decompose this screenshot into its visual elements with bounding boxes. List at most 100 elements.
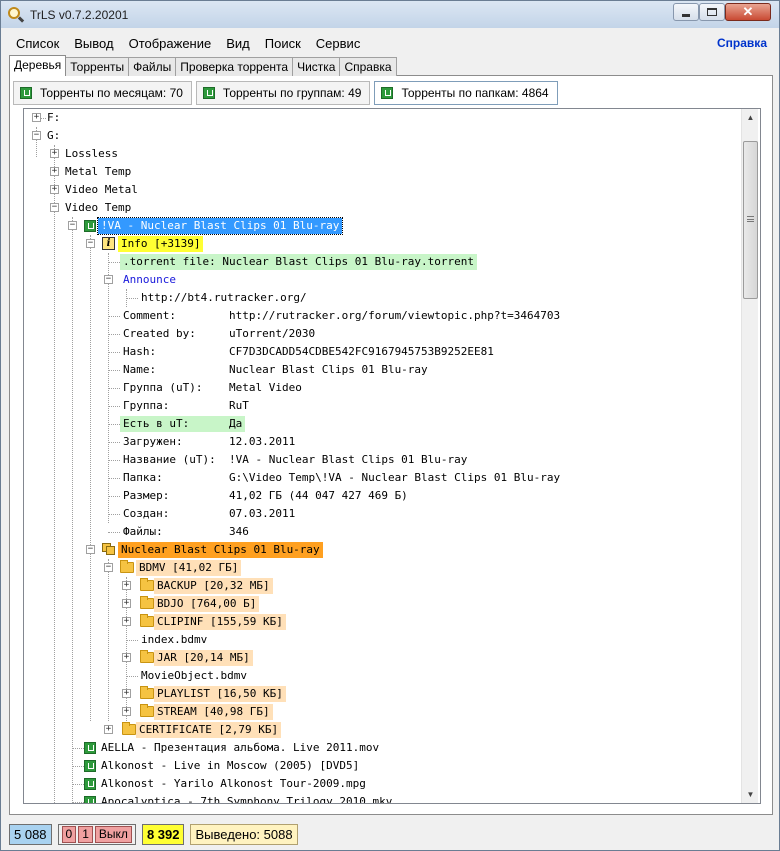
tree-row[interactable]: + STREAM [40,98 ГБ]	[24, 703, 742, 721]
collapse-icon[interactable]: −	[32, 131, 41, 140]
scroll-down-icon[interactable]: ▼	[742, 786, 759, 803]
expand-icon[interactable]: +	[50, 149, 59, 158]
tree-row[interactable]: − BDMV [41,02 ГБ]	[24, 559, 742, 577]
title-bar[interactable]: TrLS v0.7.2.20201 ✕	[1, 1, 779, 28]
tab-files[interactable]: Файлы	[128, 57, 177, 76]
tree-row[interactable]: index.bdmv	[24, 631, 742, 649]
menu-list[interactable]: Список	[9, 36, 67, 51]
torrent-icon	[84, 742, 96, 754]
field-row[interactable]: Comment: http://rutracker.org/forum/view…	[24, 307, 742, 325]
tree-row-selected[interactable]: − !VA - Nuclear Blast Clips 01 Blu-ray	[24, 217, 742, 235]
menu-view[interactable]: Вид	[219, 36, 258, 51]
field-row[interactable]: Hash: CF7D3DCADD54CDBE542FC9167945753B92…	[24, 343, 742, 361]
field-value: !VA - Nuclear Blast Clips 01 Blu-ray	[229, 453, 468, 466]
subtab-by-folder[interactable]: Торренты по папкам: 4864	[374, 81, 558, 105]
tree-row[interactable]: + BDJO [764,00 Б]	[24, 595, 742, 613]
field-value: CF7D3DCADD54CDBE542FC9167945753B9252EE81	[229, 345, 494, 358]
field-row[interactable]: Размер: 41,02 ГБ (44 047 427 469 Б)	[24, 487, 742, 505]
scroll-up-icon[interactable]: ▲	[742, 109, 759, 126]
minimize-button[interactable]	[673, 3, 699, 21]
files-icon	[102, 543, 116, 556]
tree-row[interactable]: − Announce	[24, 271, 742, 289]
collapse-icon[interactable]: −	[104, 275, 113, 284]
collapse-icon[interactable]: −	[104, 563, 113, 572]
collapse-icon[interactable]: −	[68, 221, 77, 230]
expand-icon[interactable]: +	[50, 185, 59, 194]
tree-row[interactable]: + CLIPINF [155,59 КБ]	[24, 613, 742, 631]
field-key: Загружен:	[123, 435, 183, 448]
close-button[interactable]: ✕	[725, 3, 771, 21]
tree-row[interactable]: + Lossless	[24, 145, 742, 163]
folder-tree[interactable]: + F: − G: + Lossless + Metal Temp + Vide…	[23, 108, 761, 804]
field-row[interactable]: Группа: RuT	[24, 397, 742, 415]
expand-icon[interactable]: +	[122, 689, 131, 698]
expand-icon[interactable]: +	[50, 167, 59, 176]
scroll-thumb[interactable]	[743, 141, 758, 299]
info-icon: i	[102, 237, 115, 250]
tree-row[interactable]: − Video Temp	[24, 199, 742, 217]
tab-cleanup[interactable]: Чистка	[292, 57, 341, 76]
expand-icon[interactable]: +	[122, 653, 131, 662]
field-row[interactable]: Папка: G:\Video Temp\!VA - Nuclear Blast…	[24, 469, 742, 487]
tree-row[interactable]: Alkonost - Yarilo Alkonost Tour-2009.mpg	[24, 775, 742, 793]
tree-row[interactable]: + CERTIFICATE [2,79 КБ]	[24, 721, 742, 739]
tree-row[interactable]: .torrent file: Nuclear Blast Clips 01 Bl…	[24, 253, 742, 271]
maximize-button[interactable]	[699, 3, 725, 21]
tree-scrollbar[interactable]: ▲ ▼	[741, 109, 758, 803]
field-row[interactable]: Название (uT): !VA - Nuclear Blast Clips…	[24, 451, 742, 469]
tree-row[interactable]: − i Info [+3139]	[24, 235, 742, 253]
expand-icon[interactable]: +	[122, 617, 131, 626]
folder-icon	[140, 650, 154, 663]
field-row[interactable]: Группа (uT): Metal Video	[24, 379, 742, 397]
field-key: Папка:	[123, 471, 163, 484]
field-row[interactable]: Created by: uTorrent/2030	[24, 325, 742, 343]
bdmv-folder: BDMV [41,02 ГБ]	[136, 560, 242, 576]
field-row[interactable]: Загружен: 12.03.2011	[24, 433, 742, 451]
tab-torrent-check[interactable]: Проверка торрента	[175, 57, 294, 76]
tab-torrents[interactable]: Торренты	[65, 57, 130, 76]
field-row[interactable]: Name: Nuclear Blast Clips 01 Blu-ray	[24, 361, 742, 379]
tree-row[interactable]: http://bt4.rutracker.org/	[24, 289, 742, 307]
subtab-by-month[interactable]: Торренты по месяцам: 70	[13, 81, 192, 105]
subtab-by-group[interactable]: Торренты по группам: 49	[195, 81, 371, 105]
tree-row[interactable]: AELLA - Презентация альбома. Live 2011.m…	[24, 739, 742, 757]
tree-row[interactable]: Alkonost - Live in Moscow (2005) [DVD5]	[24, 757, 742, 775]
menu-output[interactable]: Вывод	[67, 36, 121, 51]
tree-row[interactable]: + Metal Temp	[24, 163, 742, 181]
tree-row[interactable]: + BACKUP [20,32 МБ]	[24, 577, 742, 595]
folder-icon	[120, 560, 134, 573]
menu-search[interactable]: Поиск	[258, 36, 309, 51]
collapse-icon[interactable]: −	[50, 203, 59, 212]
collapse-icon[interactable]: −	[86, 239, 95, 248]
expand-icon[interactable]: +	[122, 599, 131, 608]
drive-f: F:	[47, 111, 61, 124]
field-row[interactable]: Создан: 07.03.2011	[24, 505, 742, 523]
collapse-icon[interactable]: −	[86, 545, 95, 554]
folder-label: Metal Temp	[65, 165, 132, 178]
field-row[interactable]: Файлы: 346	[24, 523, 742, 541]
expand-icon[interactable]: +	[104, 725, 113, 734]
field-value: Nuclear Blast Clips 01 Blu-ray	[229, 363, 428, 376]
menu-help-link[interactable]: Справка	[717, 36, 767, 50]
expand-icon[interactable]: +	[32, 113, 41, 122]
status-bar: 5 088 0 1 Выкл 8 392 Выведено: 5088	[1, 818, 779, 850]
window-title: TrLS v0.7.2.20201	[30, 7, 129, 22]
folder-icon	[140, 704, 154, 717]
tree-row[interactable]: + PLAYLIST [16,50 КБ]	[24, 685, 742, 703]
tree-row[interactable]: + F:	[24, 109, 742, 127]
expand-icon[interactable]: +	[122, 581, 131, 590]
tree-row[interactable]: MovieObject.bdmv	[24, 667, 742, 685]
tree-row[interactable]: + Video Metal	[24, 181, 742, 199]
tab-help[interactable]: Справка	[339, 57, 397, 76]
menu-service[interactable]: Сервис	[309, 36, 369, 51]
tab-trees[interactable]: Деревья	[9, 55, 67, 76]
subfolder-label: BACKUP [20,32 МБ]	[154, 578, 273, 594]
tree-row[interactable]: − G:	[24, 127, 742, 145]
tree-row[interactable]: Apocalyptica - 7th Symphony Trilogy 2010…	[24, 793, 742, 803]
field-row[interactable]: Есть в uT: Да	[24, 415, 742, 433]
menu-display[interactable]: Отображение	[122, 36, 220, 51]
field-key: Hash:	[123, 345, 157, 358]
expand-icon[interactable]: +	[122, 707, 131, 716]
tree-row[interactable]: − Nuclear Blast Clips 01 Blu-ray	[24, 541, 742, 559]
tree-row[interactable]: + JAR [20,14 МБ]	[24, 649, 742, 667]
